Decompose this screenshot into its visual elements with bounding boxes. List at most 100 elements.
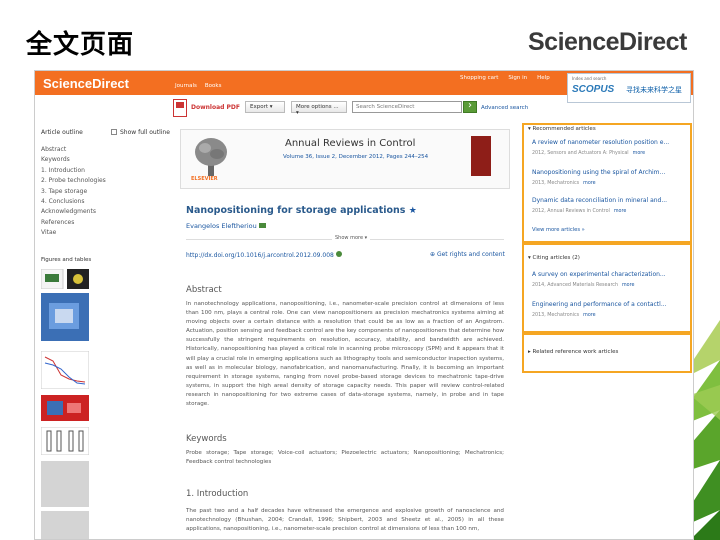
keywords-heading: Keywords <box>186 434 227 444</box>
doi-link[interactable]: http://dx.doi.org/10.1016/j.arcontrol.20… <box>186 251 342 259</box>
article-title: Nanopositioning for storage applications… <box>186 205 417 216</box>
figure-thumbnail[interactable] <box>41 269 89 289</box>
recommended-articles-box: ▾ Recommended articles A review of nanom… <box>522 123 692 243</box>
sign-in-link[interactable]: Sign in <box>508 75 527 81</box>
rights-icon: ⊕ <box>430 251 436 258</box>
outline-item-keywords[interactable]: Keywords <box>41 155 173 165</box>
scopus-ad-banner[interactable]: Index and search SCOPUS 寻找未来科学之星 <box>567 73 691 103</box>
sciencedirect-logo: ScienceDirect <box>528 28 687 56</box>
view-more-articles-link[interactable]: View more articles » <box>532 227 585 233</box>
recommended-heading[interactable]: ▾ Recommended articles <box>528 126 596 132</box>
journal-volume[interactable]: Volume 36, Issue 2, December 2012, Pages… <box>283 154 428 160</box>
pdf-icon[interactable] <box>173 99 187 117</box>
outline-item-references[interactable]: References <box>41 218 173 228</box>
export-button[interactable]: Export ▾ <box>245 101 285 113</box>
rights-link[interactable]: ⊕ Get rights and content <box>430 251 505 258</box>
citing-heading[interactable]: ▾ Citing articles (2) <box>528 255 580 261</box>
introduction-heading: 1. Introduction <box>186 489 249 499</box>
figure-thumbnail[interactable] <box>41 427 89 455</box>
elsevier-tree-icon <box>195 138 227 176</box>
recommended-article-title[interactable]: A review of nanometer resolution positio… <box>532 139 669 146</box>
figure-thumbnail[interactable] <box>41 395 89 421</box>
figure-thumbnail[interactable] <box>41 293 89 345</box>
more-link[interactable]: more <box>633 151 645 156</box>
related-reference-box: ▸ Related reference work articles <box>522 333 692 373</box>
article-title-text: Nanopositioning for storage applications <box>186 205 406 216</box>
citing-article-title[interactable]: Engineering and performance of a contact… <box>532 301 667 308</box>
search-input[interactable]: Search ScienceDirect <box>352 101 462 113</box>
show-more-label: Show more ▾ <box>332 235 371 241</box>
rights-text: Get rights and content <box>436 251 505 258</box>
abstract-text: In nanotechnology applications, nanoposi… <box>186 301 504 408</box>
citing-articles-box: ▾ Citing articles (2) A survey on experi… <box>522 243 692 333</box>
introduction-text: The past two and a half decades have wit… <box>186 508 504 533</box>
mail-icon[interactable] <box>258 223 266 228</box>
recommended-article-source: 2012, Annual Reviews in Control <box>532 209 610 214</box>
recommended-article-meta: 2012, Annual Reviews in Control more <box>532 209 626 214</box>
slide-title: 全文页面 <box>26 30 135 60</box>
figure-thumbnail[interactable] <box>41 511 89 539</box>
recommended-article-meta: 2012, Sensors and Actuators A: Physical m… <box>532 151 645 156</box>
outline-item-probe[interactable]: 2. Probe technologies <box>41 176 173 186</box>
checkbox-icon[interactable] <box>111 129 117 135</box>
citing-article-source: 2014, Advanced Materials Research <box>532 283 618 288</box>
outline-item-abstract[interactable]: Abstract <box>41 145 173 155</box>
recommended-article-source: 2013, Mechatronics <box>532 181 580 186</box>
advanced-search-link[interactable]: Advanced search <box>481 105 528 111</box>
more-options-label: More options ... <box>296 104 339 110</box>
search-go-button[interactable] <box>463 100 477 113</box>
scopus-tagline: Index and search <box>572 76 607 81</box>
star-icon[interactable]: ★ <box>409 206 417 216</box>
shopping-cart-link[interactable]: Shopping cart <box>460 75 498 81</box>
outline-list: Abstract Keywords 1. Introduction 2. Pro… <box>41 145 173 239</box>
user-links: Shopping cart Sign in Help <box>460 75 550 81</box>
article-outline: Article outline Show full outline Abstra… <box>41 129 173 239</box>
scopus-logo: SCOPUS <box>572 84 615 95</box>
help-link[interactable]: Help <box>537 75 550 81</box>
outline-item-acknowledgments[interactable]: Acknowledgments <box>41 207 173 217</box>
recommended-article-source: 2012, Sensors and Actuators A: Physical <box>532 151 629 156</box>
author[interactable]: Evangelos Eleftheriou <box>186 222 266 230</box>
show-more-divider[interactable]: Show more ▾ <box>186 235 504 243</box>
recommended-heading-text: Recommended articles <box>532 126 596 132</box>
nav-books[interactable]: Books <box>205 83 222 89</box>
related-heading-text: Related reference work articles <box>532 349 619 355</box>
related-heading[interactable]: ▸ Related reference work articles <box>528 349 618 355</box>
more-link[interactable]: more <box>622 283 634 288</box>
download-pdf-button[interactable]: Download PDF <box>191 104 240 111</box>
site-logo[interactable]: ScienceDirect <box>43 76 129 91</box>
journal-cover-image[interactable] <box>471 136 491 176</box>
show-full-outline-label: Show full outline <box>120 129 170 136</box>
show-full-outline-toggle[interactable]: Show full outline <box>111 129 170 136</box>
sciencedirect-page-screenshot: ScienceDirect Journals Books Shopping ca… <box>34 70 694 540</box>
journal-banner[interactable]: ELSEVIER Annual Reviews in Control Volum… <box>180 129 510 189</box>
recommended-article-meta: 2013, Mechatronics more <box>532 181 596 186</box>
citing-article-meta: 2013, Mechatronics more <box>532 313 596 318</box>
outline-item-tape[interactable]: 3. Tape storage <box>41 187 173 197</box>
more-link[interactable]: more <box>583 313 595 318</box>
doi-text: http://dx.doi.org/10.1016/j.arcontrol.20… <box>186 252 334 259</box>
article-toolbar: Download PDF Export ▾ More options ... ▾… <box>35 95 565 123</box>
more-link[interactable]: more <box>614 209 626 214</box>
outline-item-introduction[interactable]: 1. Introduction <box>41 166 173 176</box>
figure-thumbnail[interactable] <box>41 461 89 507</box>
outline-item-vitae[interactable]: Vitae <box>41 228 173 238</box>
outline-item-conclusions[interactable]: 4. Conclusions <box>41 197 173 207</box>
scopus-slogan: 寻找未来科学之星 <box>626 86 682 94</box>
elsevier-logo: ELSEVIER <box>191 176 218 182</box>
journal-title[interactable]: Annual Reviews in Control <box>285 138 415 149</box>
nav-journals[interactable]: Journals <box>175 83 197 89</box>
citing-article-meta: 2014, Advanced Materials Research more <box>532 283 634 288</box>
citing-article-title[interactable]: A survey on experimental characterizatio… <box>532 271 666 278</box>
keywords-text: Probe storage; Tape storage; Voice-coil … <box>186 450 504 466</box>
recommended-article-title[interactable]: Nanopositioning using the spiral of Arch… <box>532 169 665 176</box>
author-name: Evangelos Eleftheriou <box>186 222 257 230</box>
citing-heading-text: Citing articles (2) <box>532 255 580 261</box>
citing-article-source: 2013, Mechatronics <box>532 313 580 318</box>
main-nav: Journals Books <box>175 83 221 89</box>
figure-thumbnail[interactable] <box>41 351 89 389</box>
more-link[interactable]: more <box>583 181 595 186</box>
show-more-text: Show more <box>335 235 364 241</box>
more-options-button[interactable]: More options ... ▾ <box>291 101 347 116</box>
recommended-article-title[interactable]: Dynamic data reconciliation in mineral a… <box>532 197 667 204</box>
